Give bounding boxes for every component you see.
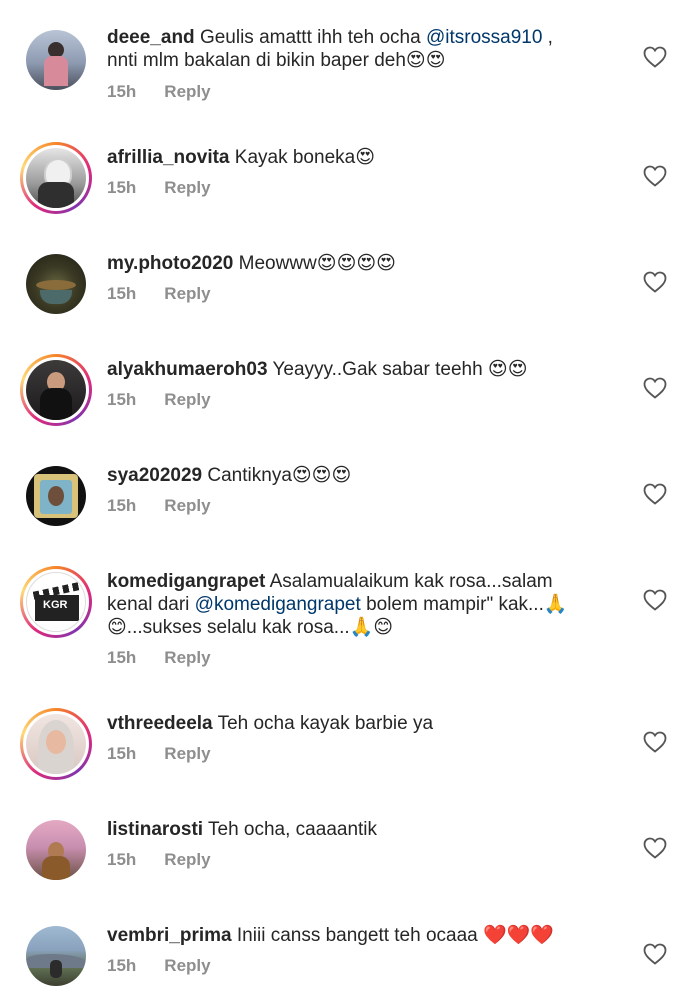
- reply-button[interactable]: Reply: [164, 284, 210, 303]
- heart-icon[interactable]: [643, 46, 667, 68]
- comment-time: 15h: [107, 390, 137, 409]
- comment-username[interactable]: alyakhumaeroh03: [107, 359, 268, 380]
- comment-username[interactable]: sya202029: [107, 465, 202, 486]
- heart-icon[interactable]: [643, 483, 667, 505]
- comment-time: 15h: [107, 178, 137, 197]
- comment-time: 15h: [107, 648, 137, 667]
- avatar[interactable]: [20, 24, 92, 96]
- comment-username[interactable]: vthreedeela: [107, 713, 213, 734]
- reply-button[interactable]: Reply: [164, 956, 210, 975]
- comment-time: 15h: [107, 744, 137, 763]
- comment-time: 15h: [107, 284, 137, 303]
- comment-time: 15h: [107, 956, 137, 975]
- comment-mention[interactable]: @itsrossa910: [426, 27, 542, 48]
- comment-text: Meowww😍😍😍😍: [238, 253, 396, 274]
- reply-button[interactable]: Reply: [164, 744, 210, 763]
- reply-button[interactable]: Reply: [164, 496, 210, 515]
- heart-icon[interactable]: [643, 731, 667, 753]
- comment-username[interactable]: listinarosti: [107, 819, 203, 840]
- reply-button[interactable]: Reply: [164, 850, 210, 869]
- avatar[interactable]: [20, 920, 92, 992]
- comment-text: Geulis amattt ihh teh ocha: [199, 27, 426, 48]
- comment-text: Kayak boneka😍: [234, 147, 376, 168]
- reply-button[interactable]: Reply: [164, 648, 210, 667]
- comment-text: Cantiknya😍😍😍: [207, 465, 352, 486]
- comment-username[interactable]: komedigangrapet: [107, 571, 265, 592]
- comment-time: 15h: [107, 82, 137, 101]
- reply-button[interactable]: Reply: [164, 82, 210, 101]
- comment-username[interactable]: my.photo2020: [107, 253, 233, 274]
- avatar[interactable]: [20, 142, 92, 214]
- heart-icon[interactable]: [643, 271, 667, 293]
- logo-mark: KGR: [43, 599, 68, 611]
- comment-time: 15h: [107, 850, 137, 869]
- heart-icon[interactable]: [643, 837, 667, 859]
- comment-username[interactable]: afrillia_novita: [107, 147, 230, 168]
- heart-icon[interactable]: [643, 165, 667, 187]
- avatar[interactable]: [20, 708, 92, 780]
- heart-icon[interactable]: [643, 589, 667, 611]
- reply-button[interactable]: Reply: [164, 390, 210, 409]
- avatar[interactable]: [20, 354, 92, 426]
- avatar[interactable]: [20, 248, 92, 320]
- heart-icon[interactable]: [643, 943, 667, 965]
- comment-time: 15h: [107, 496, 137, 515]
- comment-text: Yeayyy..Gak sabar teehh 😍😍: [272, 359, 528, 380]
- comment-username[interactable]: vembri_prima: [107, 925, 232, 946]
- heart-icon[interactable]: [643, 377, 667, 399]
- comment-text: Teh ocha kayak barbie ya: [217, 713, 434, 734]
- comment-username[interactable]: deee_and: [107, 27, 195, 48]
- avatar[interactable]: KGR: [20, 566, 92, 638]
- reply-button[interactable]: Reply: [164, 178, 210, 197]
- comment-text: Teh ocha, caaaantik: [208, 819, 378, 840]
- comment-mention[interactable]: @komedigangrapet: [195, 594, 361, 615]
- comment-text: Iniii canss bangett teh ocaaa ❤️❤️❤️: [236, 925, 554, 946]
- avatar[interactable]: [20, 814, 92, 886]
- avatar[interactable]: [20, 460, 92, 532]
